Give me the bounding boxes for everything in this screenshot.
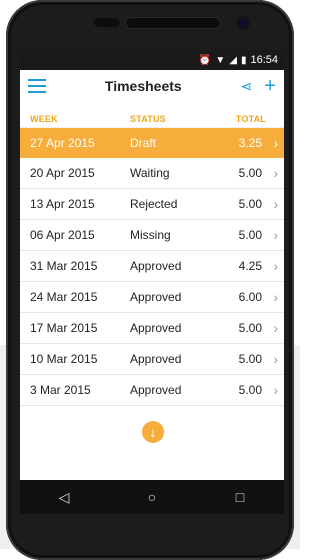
table-row[interactable]: 10 Mar 2015 Approved 5.00 › [20,344,284,375]
row-status: Approved [130,383,182,397]
row-week: 06 Apr 2015 [30,228,95,242]
app-bar-actions: ⋖ + [241,76,276,96]
chevron-right-icon: › [273,382,278,398]
row-total: 4.25 [238,259,262,273]
signal-icon: ◢ [229,54,237,66]
screen: ⏰ ▼ ◢ ▮ 16:54 Timesheets ⋖ + WEEK STATUS… [20,50,284,480]
table-row[interactable]: 13 Apr 2015 Rejected 5.00 › [20,189,284,220]
row-week: 13 Apr 2015 [30,197,95,211]
earpiece-speaker [125,17,221,29]
arrow-down-icon: ↓ [149,424,157,440]
chevron-right-icon: › [273,351,278,367]
front-camera [238,18,248,28]
row-total: 5.00 [238,383,262,397]
table-header: WEEK STATUS TOTAL [20,102,284,128]
header-status: STATUS [130,114,166,124]
table-row[interactable]: 31 Mar 2015 Approved 4.25 › [20,251,284,282]
chevron-right-icon: › [273,258,278,274]
alarm-icon: ⏰ [198,54,212,66]
row-status: Draft [130,136,157,150]
row-total: 6.00 [238,290,262,304]
app-bar: Timesheets ⋖ + [20,70,284,102]
load-more-button[interactable]: ↓ [142,421,164,443]
hamburger-icon[interactable] [28,79,46,93]
chevron-right-icon: › [273,196,278,212]
sensor [94,18,120,27]
status-time: 16:54 [250,54,278,66]
plus-icon[interactable]: + [264,76,276,96]
row-status: Approved [130,259,182,273]
wifi-icon: ▼ [215,54,226,66]
timesheet-list: 27 Apr 2015 Draft 3.25 › 20 Apr 2015 Wai… [20,128,284,406]
share-icon[interactable]: ⋖ [241,78,253,95]
row-total: 5.00 [238,228,262,242]
battery-icon: ▮ [240,54,247,66]
table-row[interactable]: 24 Mar 2015 Approved 6.00 › [20,282,284,313]
chevron-right-icon: › [273,289,278,305]
table-row[interactable]: 27 Apr 2015 Draft 3.25 › [20,128,284,158]
chevron-right-icon: › [273,135,278,151]
row-total: 5.00 [238,352,262,366]
row-status: Approved [130,321,182,335]
row-status: Missing [130,228,171,242]
table-row[interactable]: 17 Mar 2015 Approved 5.00 › [20,313,284,344]
row-week: 24 Mar 2015 [30,290,98,304]
status-bar: ⏰ ▼ ◢ ▮ 16:54 [20,50,284,70]
page-title: Timesheets [104,78,182,94]
row-total: 3.25 [238,136,262,150]
back-triangle-icon[interactable]: ◁ [44,489,84,506]
row-status: Approved [130,290,182,304]
chevron-right-icon: › [273,227,278,243]
row-week: 27 Apr 2015 [30,136,95,150]
row-week: 31 Mar 2015 [30,259,98,273]
row-week: 3 Mar 2015 [30,383,91,397]
header-week: WEEK [30,114,58,124]
row-total: 5.00 [238,197,262,211]
home-circle-icon[interactable]: ○ [132,489,172,505]
row-status: Waiting [130,166,170,180]
row-status: Rejected [130,197,178,211]
chevron-right-icon: › [273,165,278,181]
row-status: Approved [130,352,182,366]
row-week: 20 Apr 2015 [30,166,95,180]
row-week: 17 Mar 2015 [30,321,98,335]
chevron-right-icon: › [273,320,278,336]
table-row[interactable]: 20 Apr 2015 Waiting 5.00 › [20,158,284,189]
recent-square-icon[interactable]: □ [220,489,260,505]
table-row[interactable]: 06 Apr 2015 Missing 5.00 › [20,220,284,251]
table-row[interactable]: 3 Mar 2015 Approved 5.00 › [20,375,284,406]
android-nav-bar: ◁ ○ □ [20,480,284,514]
row-week: 10 Mar 2015 [30,352,98,366]
header-total: TOTAL [235,114,266,124]
row-total: 5.00 [238,321,262,335]
row-total: 5.00 [238,166,262,180]
